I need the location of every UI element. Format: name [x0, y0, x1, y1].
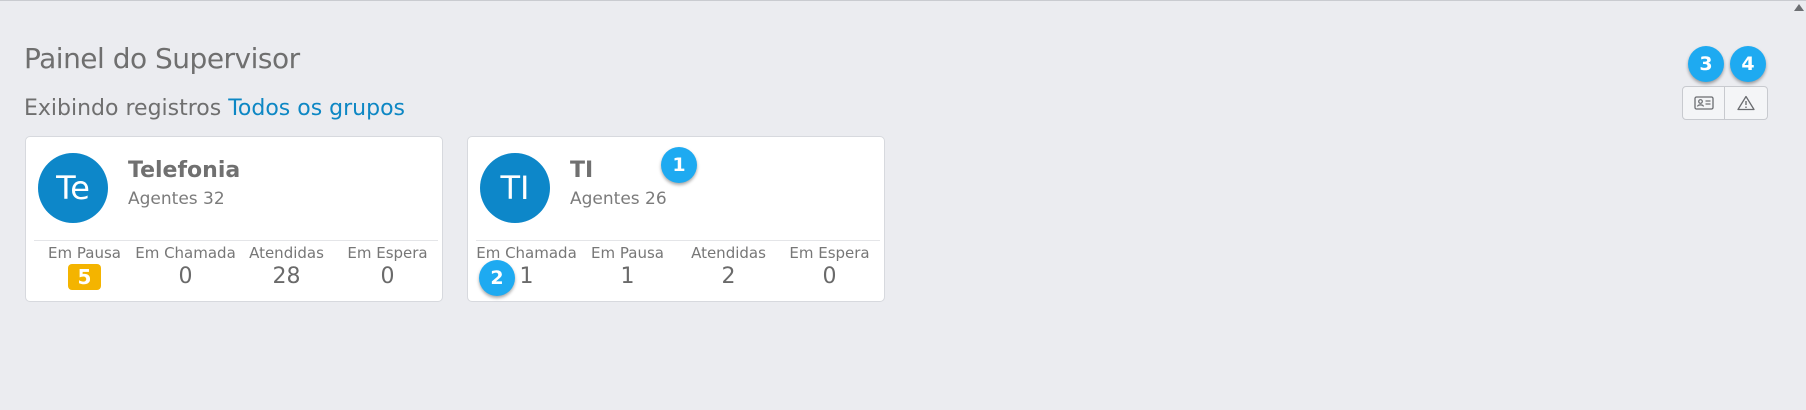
stat-label: Em Espera: [347, 244, 428, 262]
stat-label: Em Chamada: [476, 244, 577, 262]
stat-label: Em Espera: [789, 244, 870, 262]
group-stats: Em Chamada 1 Em Pausa 1 Atendidas 2 Em E…: [476, 240, 880, 289]
agent-card-view-button[interactable]: [1682, 86, 1725, 120]
annotation-marker-3: 3: [1688, 46, 1724, 82]
group-stats: Em Pausa 5 Em Chamada 0 Atendidas 28 Em …: [34, 240, 438, 290]
stat-label: Atendidas: [691, 244, 766, 262]
group-name: Telefonia: [128, 158, 241, 183]
group-agents-count: Agentes 32: [128, 189, 225, 209]
pause-count-badge: 5: [67, 264, 102, 290]
group-avatar: TI: [480, 153, 550, 223]
group-agents-count: Agentes 26: [570, 189, 667, 209]
stat-value: 28: [272, 264, 301, 289]
top-divider: [0, 0, 1806, 1]
stat-label: Em Pausa: [48, 244, 121, 262]
stat-value: 1: [620, 264, 635, 289]
view-toggle-group: [1682, 86, 1768, 120]
subtitle-prefix: Exibindo registros: [24, 96, 222, 121]
subtitle: Exibindo registros Todos os grupos: [24, 96, 405, 121]
stat-label: Em Pausa: [591, 244, 664, 262]
group-filter-link[interactable]: Todos os grupos: [228, 96, 405, 121]
group-avatar: Te: [38, 153, 108, 223]
group-card-telefonia[interactable]: Te Telefonia Agentes 32 Em Pausa 5 Em Ch…: [25, 136, 443, 302]
stat-label: Em Chamada: [135, 244, 236, 262]
alerts-button[interactable]: [1725, 86, 1768, 120]
annotation-marker-1: 1: [661, 147, 697, 183]
stat-value: 2: [721, 264, 736, 289]
stat-em-pausa: Em Pausa 1: [577, 241, 678, 289]
stat-atendidas: Atendidas 28: [236, 241, 337, 290]
id-card-icon: [1693, 96, 1714, 110]
scroll-up-arrow-icon[interactable]: [1794, 4, 1804, 11]
stat-value: 0: [822, 264, 837, 289]
annotation-marker-2: 2: [479, 260, 515, 296]
stat-value: 0: [178, 264, 193, 289]
annotation-marker-4: 4: [1730, 46, 1766, 82]
stat-em-pausa: Em Pausa 5: [34, 241, 135, 290]
group-name: TI: [570, 158, 594, 183]
stat-em-espera: Em Espera 0: [779, 241, 880, 289]
stat-em-espera: Em Espera 0: [337, 241, 438, 290]
warning-triangle-icon: [1737, 95, 1755, 111]
stat-em-chamada: Em Chamada 0: [135, 241, 236, 290]
stat-value: 0: [380, 264, 395, 289]
stat-atendidas: Atendidas 2: [678, 241, 779, 289]
page-title: Painel do Supervisor: [24, 42, 300, 75]
stat-label: Atendidas: [249, 244, 324, 262]
